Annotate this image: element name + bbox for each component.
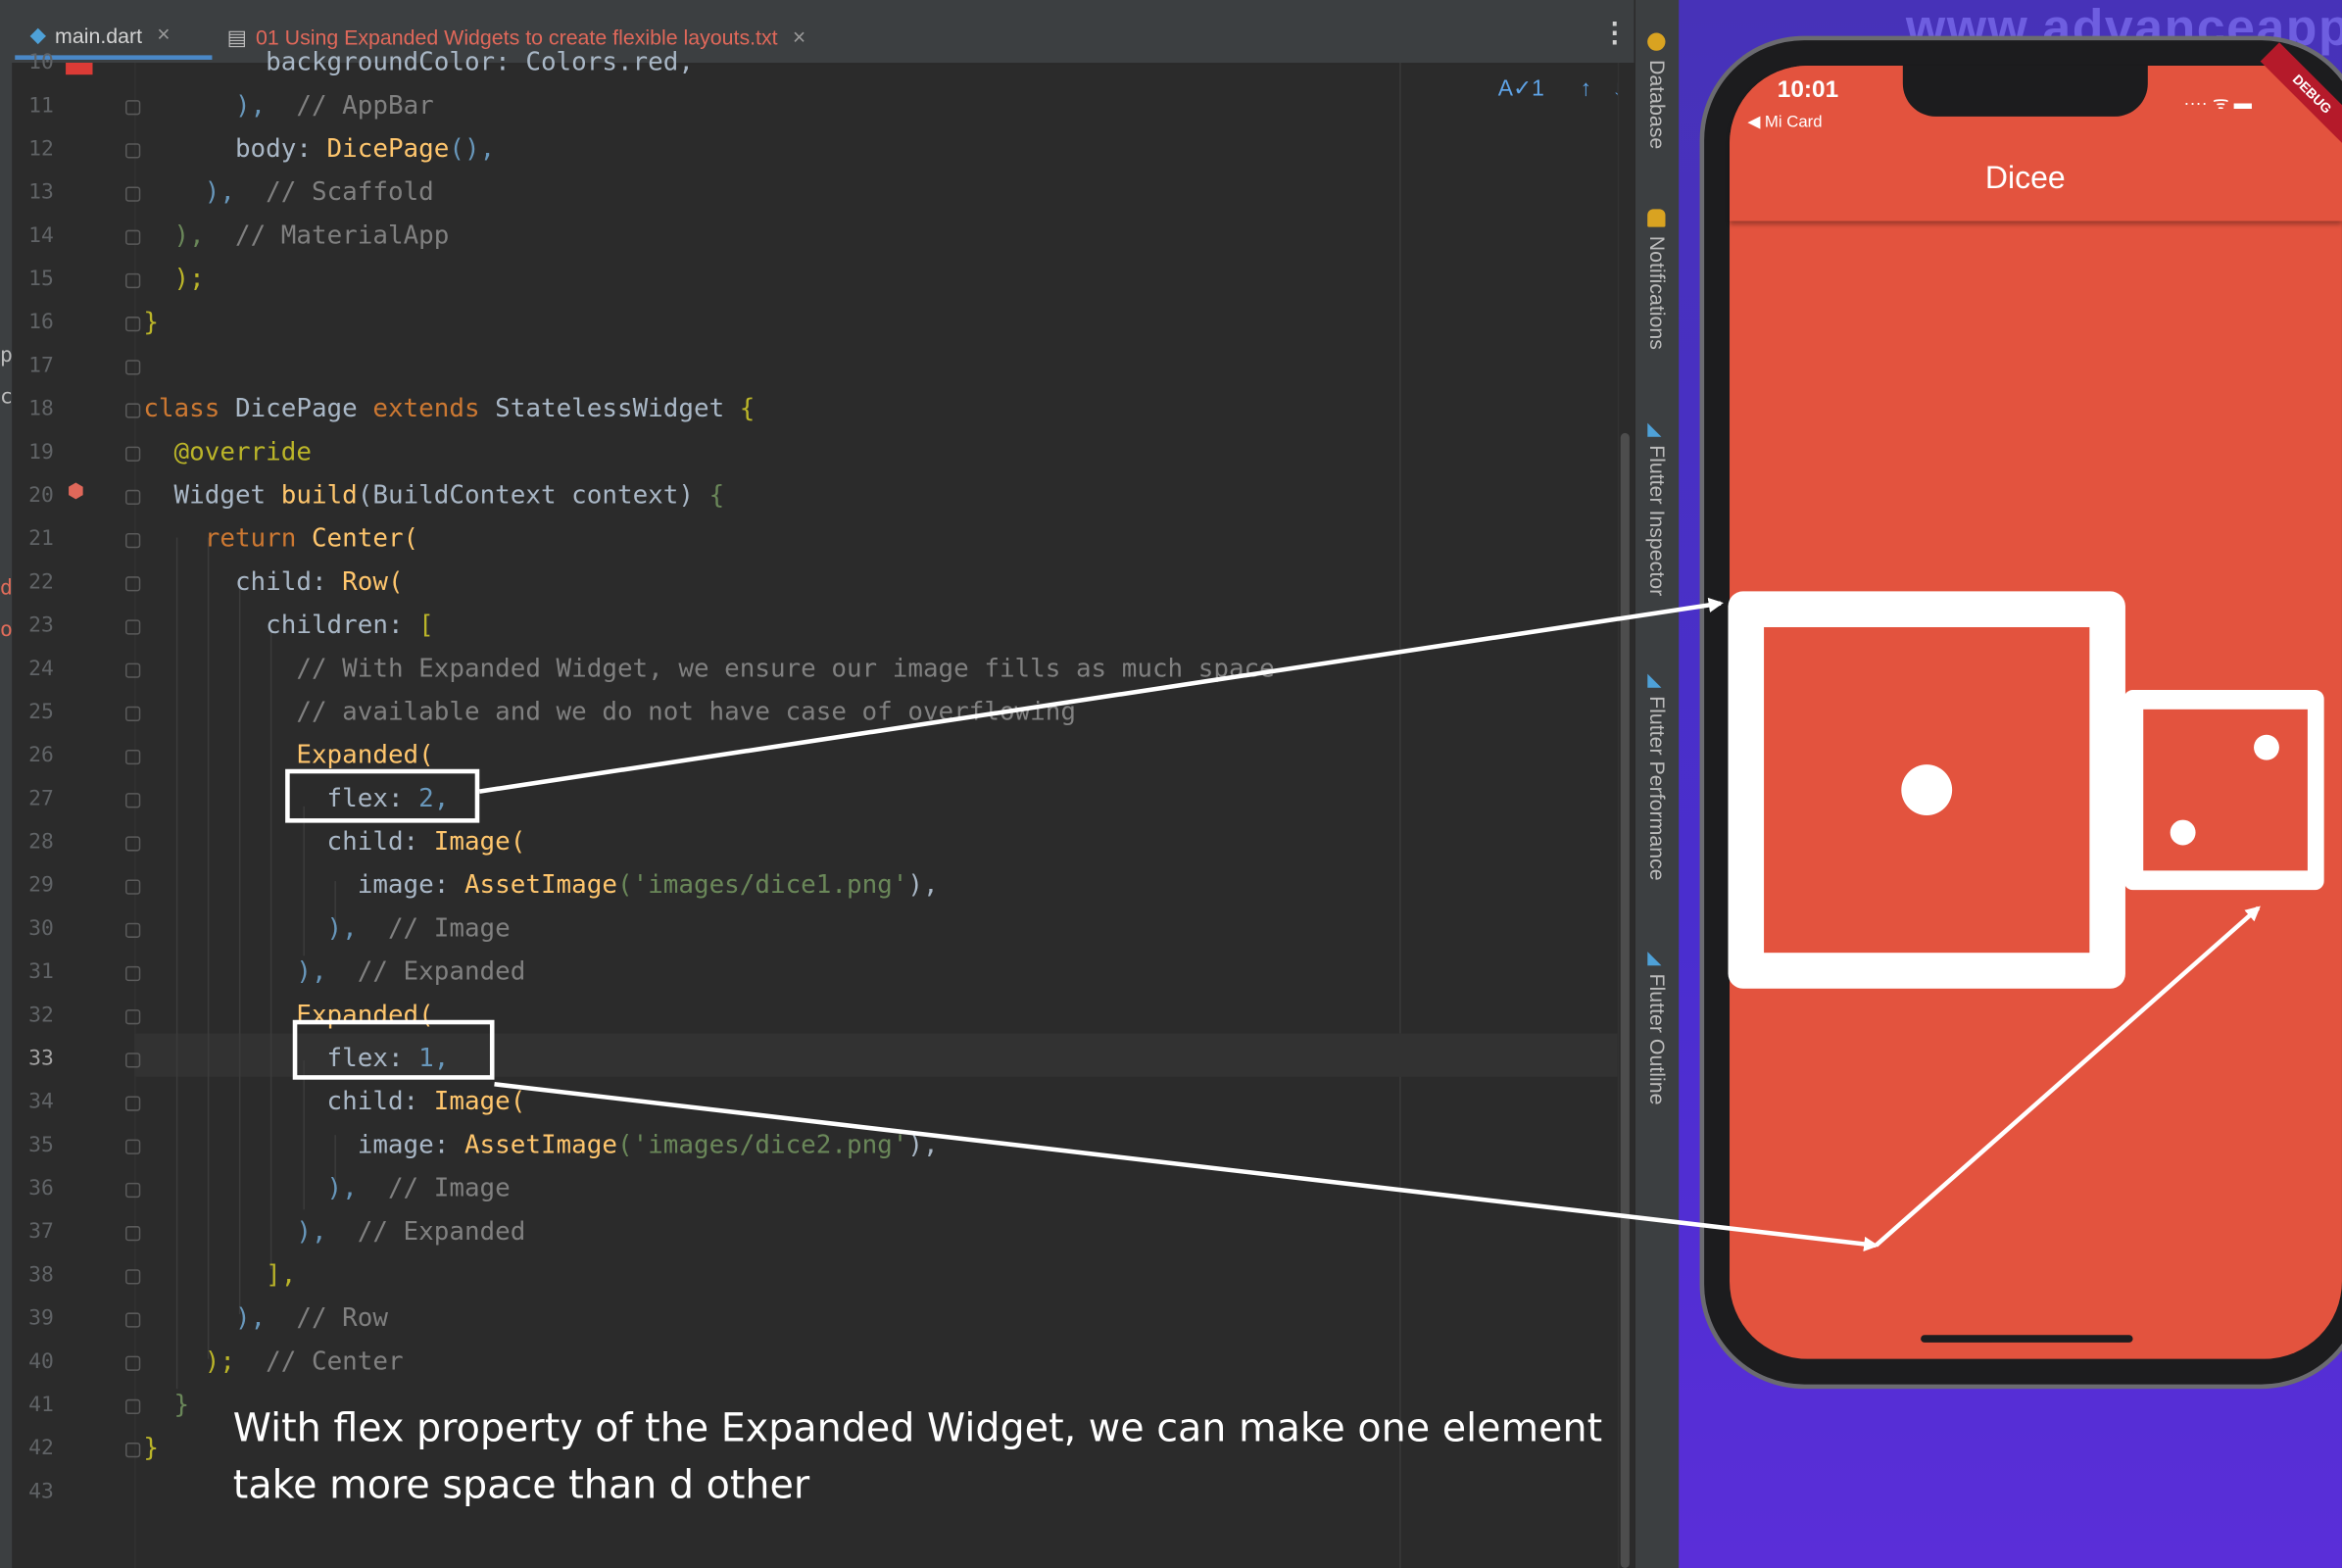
screen-root: ◆ main.dart × ▤ 01 Using Expanded Widget… bbox=[0, 0, 2342, 1568]
arrow-flex1-to-dice2 bbox=[494, 1082, 1879, 1252]
arrow-to-dice2 bbox=[1874, 906, 2261, 1248]
annotation-caption: With flex property of the Expanded Widge… bbox=[232, 1406, 1603, 1509]
arrow-flex2-to-dice1 bbox=[478, 597, 1724, 794]
annotation-arrows bbox=[478, 597, 2261, 1252]
